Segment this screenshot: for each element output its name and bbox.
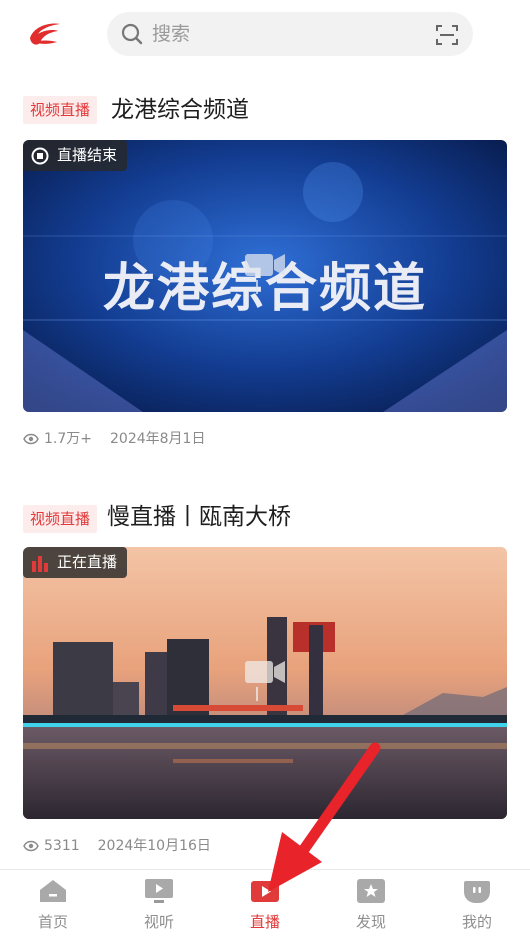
live-card[interactable]: 视频直播 龙港综合频道 龙港综合频道 直播结束 1.7万+ 2024年8月1日 [23,93,507,453]
card-title-row: 视频直播 慢直播丨瓯南大桥 [23,500,507,534]
stop-icon [31,147,49,164]
nav-label: 视听 [143,913,174,931]
live-status-badge: 正在直播 [23,547,128,578]
nav-item-profile[interactable]: 我的 [440,878,514,938]
card-meta: 1.7万+ 2024年8月1日 [23,429,205,449]
publish-date: 2024年8月1日 [110,431,206,447]
nav-item-home[interactable]: 首页 [16,878,90,938]
scan-icon[interactable] [435,23,459,47]
live-status-badge: 直播结束 [23,140,128,171]
live-card[interactable]: 视频直播 慢直播丨瓯南大桥 正在直播 5311 2024年10月16日 [23,500,507,860]
video-live-tag: 视频直播 [23,505,98,533]
search-icon [121,23,143,45]
video-thumbnail[interactable]: 龙港综合频道 直播结束 [23,140,507,412]
search-bar[interactable]: 搜索 [107,12,473,56]
tv-icon [145,879,173,903]
card-meta: 5311 2024年10月16日 [23,836,211,856]
video-live-tag: 视频直播 [23,96,98,124]
nav-item-discover[interactable]: 发现 [334,878,408,938]
nav-label: 首页 [37,913,68,931]
video-camera-icon [245,661,285,701]
card-title[interactable]: 龙港综合频道 [111,93,249,127]
video-camera-icon [245,254,285,294]
nav-label: 发现 [355,913,386,931]
top-header: 搜索 [0,0,530,70]
view-count: 1.7万+ [44,431,92,447]
eye-icon [23,840,39,852]
eye-icon [23,433,39,445]
nav-item-video[interactable]: 视听 [122,878,196,938]
status-text: 正在直播 [57,553,118,571]
nav-label: 直播 [249,913,280,931]
search-placeholder: 搜索 [152,23,191,45]
nav-item-live[interactable]: 直播 [228,878,302,938]
discover-star-icon [357,879,385,903]
home-icon [40,880,66,902]
live-bars-icon [32,555,48,572]
view-count: 5311 [44,838,80,854]
card-title-row: 视频直播 龙港综合频道 [23,93,507,127]
video-thumbnail[interactable]: 正在直播 [23,547,507,819]
bottom-nav: 首页 视听 直播 发现 我的 [0,869,530,943]
publish-date: 2024年10月16日 [97,838,211,854]
card-title[interactable]: 慢直播丨瓯南大桥 [107,500,291,534]
profile-face-icon [464,881,490,903]
red-swirl-logo-icon[interactable] [24,16,64,52]
status-text: 直播结束 [57,146,118,164]
live-play-icon [251,881,279,902]
nav-label: 我的 [461,913,492,931]
